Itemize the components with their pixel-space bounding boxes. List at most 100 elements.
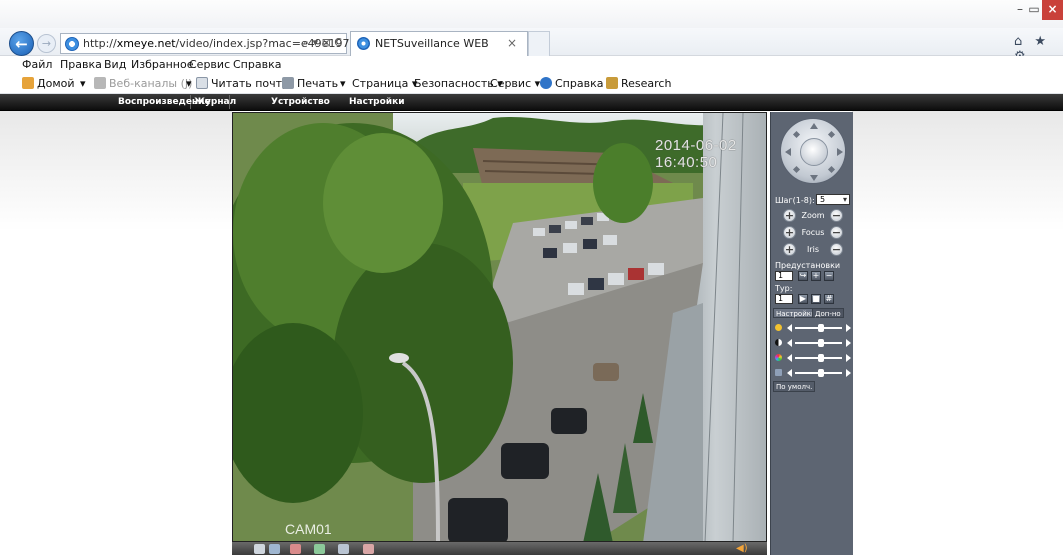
slider-knob[interactable]	[818, 369, 824, 377]
read-mail-command[interactable]: Читать почту	[196, 77, 289, 90]
arrow-up-icon[interactable]	[810, 123, 818, 129]
help-icon	[540, 77, 552, 89]
new-tab-button[interactable]	[528, 31, 550, 56]
increase-arrow-icon[interactable]	[846, 369, 851, 377]
ptz-center-button[interactable]	[800, 138, 828, 166]
talk-icon[interactable]	[338, 544, 349, 554]
address-bar[interactable]: http://xmeye.net/video/index.jsp?mac=e49…	[60, 33, 369, 54]
mail-icon	[196, 77, 208, 89]
preset-label: Предустановки	[775, 261, 841, 270]
contrast-icon	[775, 339, 782, 346]
print-command[interactable]: Печать	[282, 77, 338, 90]
menu-favorites[interactable]: Избранное	[131, 58, 193, 71]
brightness-slider[interactable]	[773, 323, 851, 333]
iris-control: + Iris −	[783, 243, 843, 257]
forward-button[interactable]: →	[37, 34, 56, 53]
stop-icon[interactable]	[363, 544, 374, 554]
command-bar: Домой ▾ Веб-каналы (J) ▾ Читать почту Пе…	[0, 74, 1063, 94]
preset-input[interactable]: 1	[775, 271, 793, 281]
tab-additional[interactable]: Доп-но	[812, 308, 844, 318]
tour-play-icon[interactable]: ▶	[798, 294, 808, 304]
help-command[interactable]: Справка ▾	[540, 77, 612, 90]
video-toolbar: ◀)	[232, 542, 767, 555]
open-folder-icon[interactable]	[314, 544, 325, 554]
address-actions[interactable]: ⌕ ▾ ⊠ C	[303, 36, 342, 50]
camera-frame-image	[233, 113, 766, 541]
record-icon[interactable]	[290, 544, 301, 554]
home-dropdown-arrow[interactable]: ▾	[80, 77, 86, 90]
nav-log[interactable]: Журнал	[194, 97, 236, 107]
panel-tabs: Настройки Доп-но	[771, 308, 853, 318]
background-gradient-left	[0, 111, 232, 231]
tour-stop-icon[interactable]: ■	[811, 294, 821, 304]
saturation-slider[interactable]	[773, 353, 851, 363]
ptz-control-panel: Шаг(1-8): 5 + Zoom − + Focus − + Iris − …	[770, 112, 853, 555]
back-button[interactable]: ←	[9, 31, 34, 56]
menu-edit[interactable]: Правка	[60, 58, 102, 71]
focus-out-button[interactable]: −	[830, 226, 843, 239]
slider-knob[interactable]	[818, 354, 824, 362]
decrease-arrow-icon[interactable]	[787, 354, 792, 362]
tab-close-icon[interactable]: ×	[507, 36, 517, 50]
fullscreen-icon[interactable]	[254, 544, 265, 554]
browser-title-bar: – ▭ ×	[0, 0, 1063, 28]
menu-view[interactable]: Вид	[104, 58, 126, 71]
hue-slider[interactable]	[773, 368, 851, 378]
ie-tab-icon	[357, 37, 370, 50]
menu-bar: Файл Правка Вид Избранное Сервис Справка	[0, 56, 1063, 74]
saturation-icon	[775, 354, 782, 361]
hue-icon	[775, 369, 782, 376]
tour-grid-icon[interactable]: #	[824, 294, 834, 304]
increase-arrow-icon[interactable]	[846, 324, 851, 332]
step-label: Шаг(1-8):	[775, 196, 815, 205]
step-select[interactable]: 5	[816, 194, 850, 205]
arrow-down-icon[interactable]	[810, 175, 818, 181]
browser-tab[interactable]: NETSuveillance WEB ×	[350, 31, 528, 56]
decrease-arrow-icon[interactable]	[787, 339, 792, 347]
video-timestamp: 2014-06-02 16:40:50	[655, 137, 737, 171]
slider-knob[interactable]	[818, 339, 824, 347]
remove-preset-button[interactable]: −	[824, 271, 834, 281]
menu-help[interactable]: Справка	[233, 58, 281, 71]
nav-settings[interactable]: Настройки	[349, 97, 405, 107]
tab-title: NETSuveillance WEB	[375, 37, 489, 50]
iris-close-button[interactable]: −	[830, 243, 843, 256]
address-row: ← → http://xmeye.net/video/index.jsp?mac…	[0, 28, 1063, 64]
zoom-control: + Zoom −	[783, 209, 843, 223]
zoom-out-button[interactable]: −	[830, 209, 843, 222]
tools-command[interactable]: Сервис ▾	[490, 77, 540, 90]
goto-preset-icon[interactable]: ↪	[798, 271, 808, 281]
arrow-up-left-icon[interactable]	[792, 130, 801, 139]
home-command[interactable]: Домой	[22, 77, 75, 90]
menu-tools[interactable]: Сервис	[189, 58, 230, 71]
increase-arrow-icon[interactable]	[846, 339, 851, 347]
decrease-arrow-icon[interactable]	[787, 369, 792, 377]
arrow-up-right-icon[interactable]	[827, 130, 836, 139]
arrow-down-right-icon[interactable]	[827, 165, 836, 174]
nav-device[interactable]: Устройство	[271, 97, 330, 107]
page-command[interactable]: Страница ▾	[352, 77, 417, 90]
research-icon	[606, 77, 618, 89]
feeds-command[interactable]: Веб-каналы (J)	[94, 77, 192, 90]
slider-knob[interactable]	[818, 324, 824, 332]
snapshot-icon[interactable]	[269, 544, 280, 554]
default-button[interactable]: По умолч.	[773, 381, 816, 392]
speaker-icon[interactable]: ◀)	[736, 543, 748, 554]
menu-file[interactable]: Файл	[22, 58, 52, 71]
contrast-slider[interactable]	[773, 338, 851, 348]
ptz-direction-dial[interactable]	[780, 118, 846, 184]
decrease-arrow-icon[interactable]	[787, 324, 792, 332]
arrow-right-icon[interactable]	[837, 148, 843, 156]
print-dropdown-arrow[interactable]: ▾	[340, 77, 346, 90]
app-navigation: Воспроизведение Журнал Устройство Настро…	[0, 94, 1063, 111]
maximize-button[interactable]: ▭	[1024, 0, 1044, 20]
feeds-dropdown-arrow[interactable]: ▾	[186, 77, 192, 90]
close-window-button[interactable]: ×	[1042, 0, 1063, 20]
arrow-left-icon[interactable]	[785, 148, 791, 156]
research-command[interactable]: Research	[606, 77, 671, 90]
tour-input[interactable]: 1	[775, 294, 793, 304]
camera-video-view[interactable]: 2014-06-02 16:40:50 CAM01	[232, 112, 767, 542]
increase-arrow-icon[interactable]	[846, 354, 851, 362]
add-preset-button[interactable]: +	[811, 271, 821, 281]
arrow-down-left-icon[interactable]	[792, 165, 801, 174]
